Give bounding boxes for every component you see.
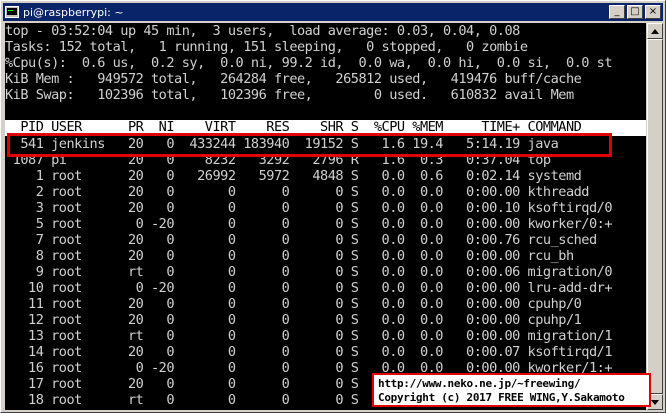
process-row: 14 root 20 0 0 0 0 S 0.0 0.0 0:00.07 kso… bbox=[5, 344, 613, 360]
minimize-button[interactable]: _ bbox=[609, 5, 625, 19]
maximize-icon: □ bbox=[630, 6, 640, 17]
process-row: 7 root 20 0 0 0 0 S 0.0 0.0 0:00.76 rcu_… bbox=[5, 232, 597, 248]
jenkins-highlight-box bbox=[7, 133, 612, 157]
watermark-url: http://www.neko.ne.jp/~freewing/ bbox=[378, 377, 581, 390]
arrow-down-icon bbox=[651, 399, 659, 405]
summary-line-swap: KiB Swap: 102396 total, 102396 free, 0 u… bbox=[5, 87, 574, 103]
process-row: 8 root 20 0 0 0 0 S 0.0 0.0 0:00.00 rcu_… bbox=[5, 248, 574, 264]
minimize-icon: _ bbox=[614, 6, 620, 17]
title-bar[interactable]: pi@raspberrypi: ~ _ □ × bbox=[3, 3, 663, 21]
process-row: 10 root 0 -20 0 0 0 S 0.0 0.0 0:00.00 lr… bbox=[5, 280, 613, 296]
scroll-up-button[interactable] bbox=[647, 23, 663, 39]
maximize-button[interactable]: □ bbox=[627, 5, 643, 19]
process-row: 1 root 20 0 26992 5972 4848 S 0.0 0.6 0:… bbox=[5, 168, 582, 184]
watermark-box: http://www.neko.ne.jp/~freewing/ Copyrig… bbox=[372, 373, 651, 407]
watermark-copyright: Copyright (c) 2017 FREE WING,Y.Sakamoto bbox=[378, 391, 625, 404]
summary-line-tasks: Tasks: 152 total, 1 running, 151 sleepin… bbox=[5, 39, 528, 55]
close-button[interactable]: × bbox=[645, 5, 661, 19]
process-row: 12 root 20 0 0 0 0 S 0.0 0.0 0:00.00 cpu… bbox=[5, 312, 582, 328]
terminal-window: pi@raspberrypi: ~ _ □ × top - 03:52:04 u… bbox=[0, 0, 666, 413]
scrollbar-thumb[interactable] bbox=[647, 39, 663, 394]
window-title: pi@raspberrypi: ~ bbox=[23, 5, 124, 19]
process-row: 11 root 20 0 0 0 0 S 0.0 0.0 0:00.00 cpu… bbox=[5, 296, 582, 312]
close-icon: × bbox=[648, 6, 658, 17]
summary-line-mem: KiB Mem : 949572 total, 264284 free, 265… bbox=[5, 71, 582, 87]
summary-line-cpu: %Cpu(s): 0.6 us, 0.2 sy, 0.0 ni, 99.2 id… bbox=[5, 55, 613, 71]
process-row: 9 root rt 0 0 0 0 S 0.0 0.0 0:00.06 migr… bbox=[5, 264, 613, 280]
terminal-output[interactable]: top - 03:52:04 up 45 min, 3 users, load … bbox=[5, 23, 646, 410]
process-row: 5 root 0 -20 0 0 0 S 0.0 0.0 0:00.00 kwo… bbox=[5, 216, 613, 232]
process-row: 13 root rt 0 0 0 0 S 0.0 0.0 0:00.00 mig… bbox=[5, 328, 613, 344]
vertical-scrollbar[interactable] bbox=[647, 23, 663, 410]
process-row: 2 root 20 0 0 0 0 S 0.0 0.0 0:00.00 kthr… bbox=[5, 184, 590, 200]
arrow-up-icon bbox=[651, 28, 659, 34]
summary-line-uptime: top - 03:52:04 up 45 min, 3 users, load … bbox=[5, 23, 520, 39]
terminal-app-icon[interactable] bbox=[5, 5, 19, 19]
process-row: 3 root 20 0 0 0 0 S 0.0 0.0 0:00.10 ksof… bbox=[5, 200, 613, 216]
